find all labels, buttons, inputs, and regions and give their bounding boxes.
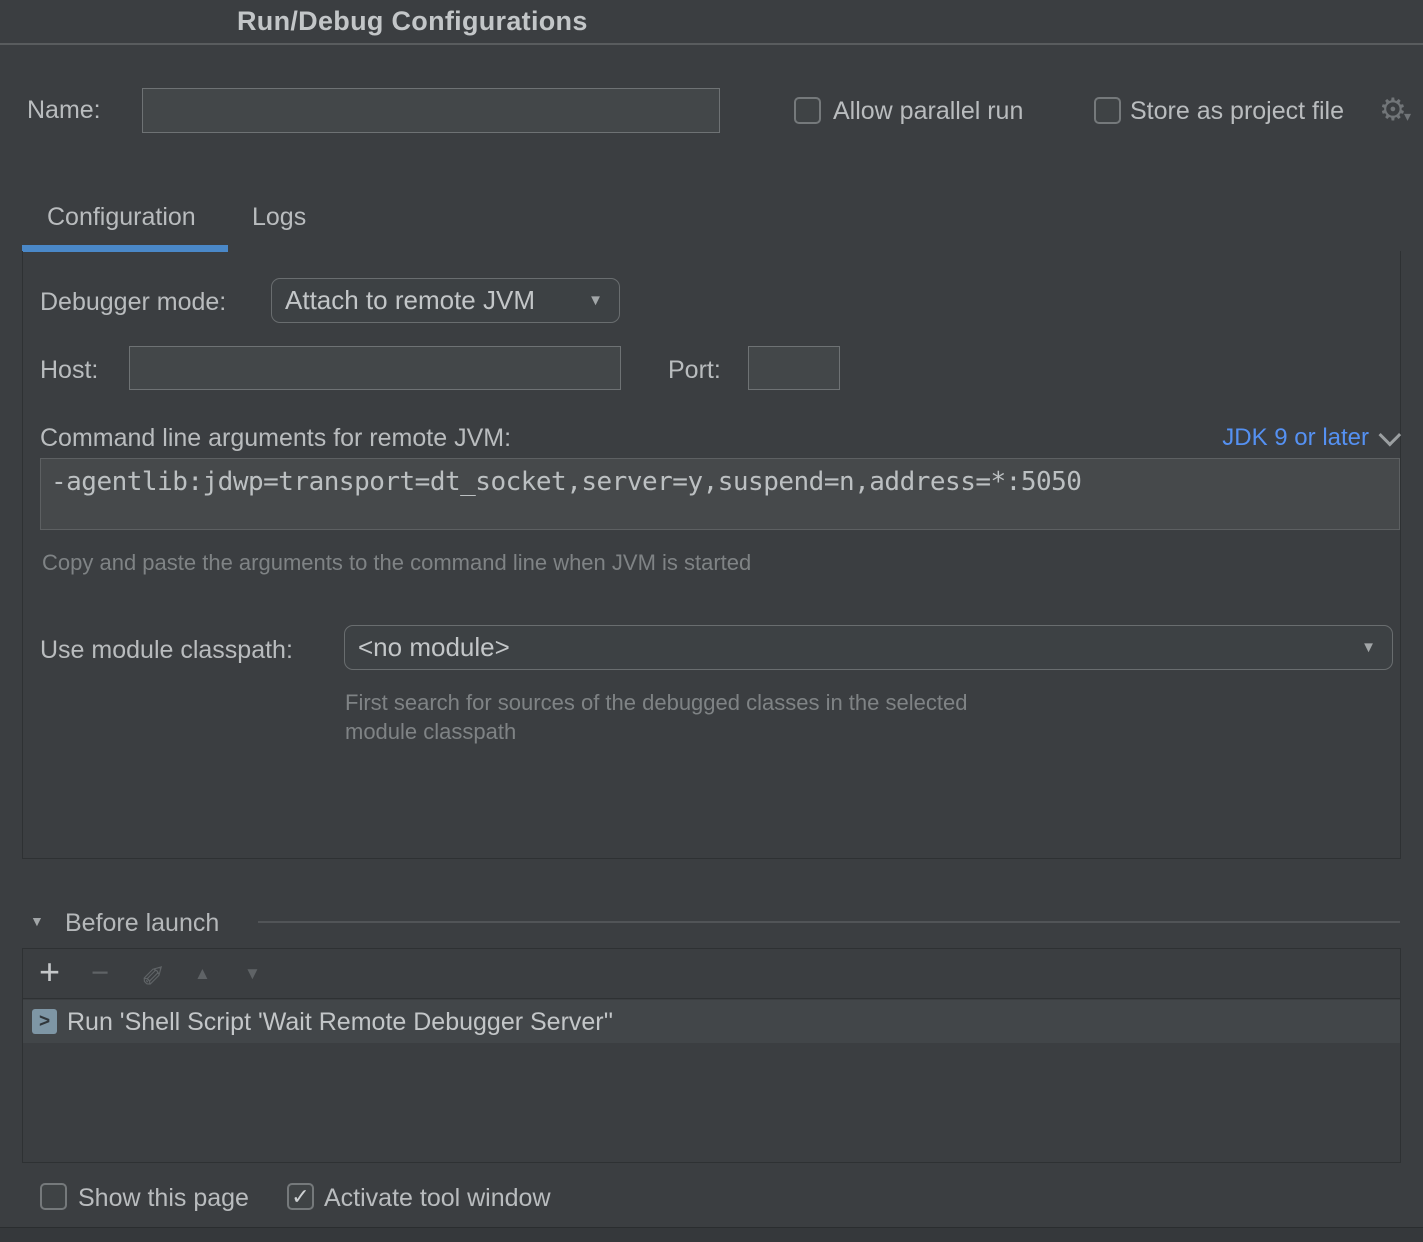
debugger-mode-select[interactable]: Attach to remote JVM ▼ (271, 278, 620, 323)
dialog-title: Run/Debug Configurations (237, 0, 588, 43)
dialog-bottom-edge (0, 1227, 1423, 1242)
port-label: Port: (668, 356, 721, 385)
host-input[interactable]: localhost (129, 346, 621, 390)
dropdown-arrow-icon: ▼ (1361, 640, 1392, 655)
name-input[interactable]: Remote JVM on LS Debug (142, 88, 720, 133)
name-label: Name: (27, 96, 101, 125)
allow-parallel-run-label: Allow parallel run (833, 97, 1023, 126)
module-classpath-select[interactable]: <no module> ▼ (344, 625, 1393, 670)
shell-script-run-icon: > (32, 1009, 57, 1034)
before-launch-title: Before launch (65, 909, 219, 938)
store-as-project-file-checkbox[interactable] (1094, 97, 1121, 124)
before-launch-task-row[interactable]: > Run 'Shell Script 'Wait Remote Debugge… (23, 1000, 1400, 1043)
remove-icon[interactable]: − (91, 957, 109, 988)
before-launch-panel: + − ✎ ▲ ▼ > Run 'Shell Script 'Wait Remo… (22, 948, 1401, 1163)
host-label: Host: (40, 356, 98, 385)
before-launch-separator (258, 921, 1400, 923)
show-this-page-label: Show this page (78, 1184, 249, 1213)
tab-configuration[interactable]: Configuration (47, 203, 196, 232)
edit-icon[interactable]: ✎ (141, 958, 165, 987)
before-launch-task-label: Run 'Shell Script 'Wait Remote Debugger … (67, 1008, 613, 1037)
activate-tool-window-label: Activate tool window (324, 1184, 551, 1213)
run-debug-configurations-dialog: Run/Debug Configurations Name: Remote JV… (0, 0, 1423, 1242)
move-up-icon[interactable]: ▲ (194, 965, 211, 982)
show-this-page-checkbox[interactable] (40, 1183, 67, 1210)
module-classpath-hint: First search for sources of the debugged… (345, 688, 1005, 746)
dropdown-arrow-icon: ▼ (588, 293, 619, 308)
args-label: Command line arguments for remote JVM: (40, 424, 511, 453)
before-launch-toolbar: + − ✎ ▲ ▼ (23, 949, 1400, 999)
allow-parallel-run-checkbox[interactable] (794, 97, 821, 124)
args-textarea-value: -agentlib:jdwp=transport=dt_socket,serve… (41, 459, 1399, 505)
activate-tool-window-checkbox[interactable]: ✓ (287, 1183, 314, 1210)
check-icon: ✓ (291, 1184, 309, 1210)
module-classpath-label: Use module classpath: (40, 636, 293, 665)
store-as-project-file-label: Store as project file (1130, 97, 1344, 126)
add-icon[interactable]: + (39, 954, 60, 990)
gear-caret-icon: ▾ (1404, 108, 1411, 125)
args-hint: Copy and paste the arguments to the comm… (42, 550, 751, 576)
debugger-mode-label: Debugger mode: (40, 288, 226, 317)
args-textarea[interactable]: -agentlib:jdwp=transport=dt_socket,serve… (40, 458, 1400, 530)
dialog-title-bar: Run/Debug Configurations (0, 0, 1423, 45)
module-classpath-value: <no module> (345, 632, 510, 663)
debugger-mode-value: Attach to remote JVM (272, 285, 535, 316)
run-chevron-glyph: > (39, 1011, 50, 1033)
collapse-arrow-icon[interactable]: ▼ (30, 913, 44, 929)
jdk-version-link[interactable]: JDK 9 or later (1222, 424, 1395, 452)
gear-icon[interactable]: ⚙ (1379, 92, 1407, 128)
move-down-icon[interactable]: ▼ (244, 965, 261, 982)
tab-logs[interactable]: Logs (252, 203, 306, 232)
port-input[interactable]: 5050 (748, 346, 840, 390)
jdk-version-link-label: JDK 9 or later (1222, 424, 1369, 452)
